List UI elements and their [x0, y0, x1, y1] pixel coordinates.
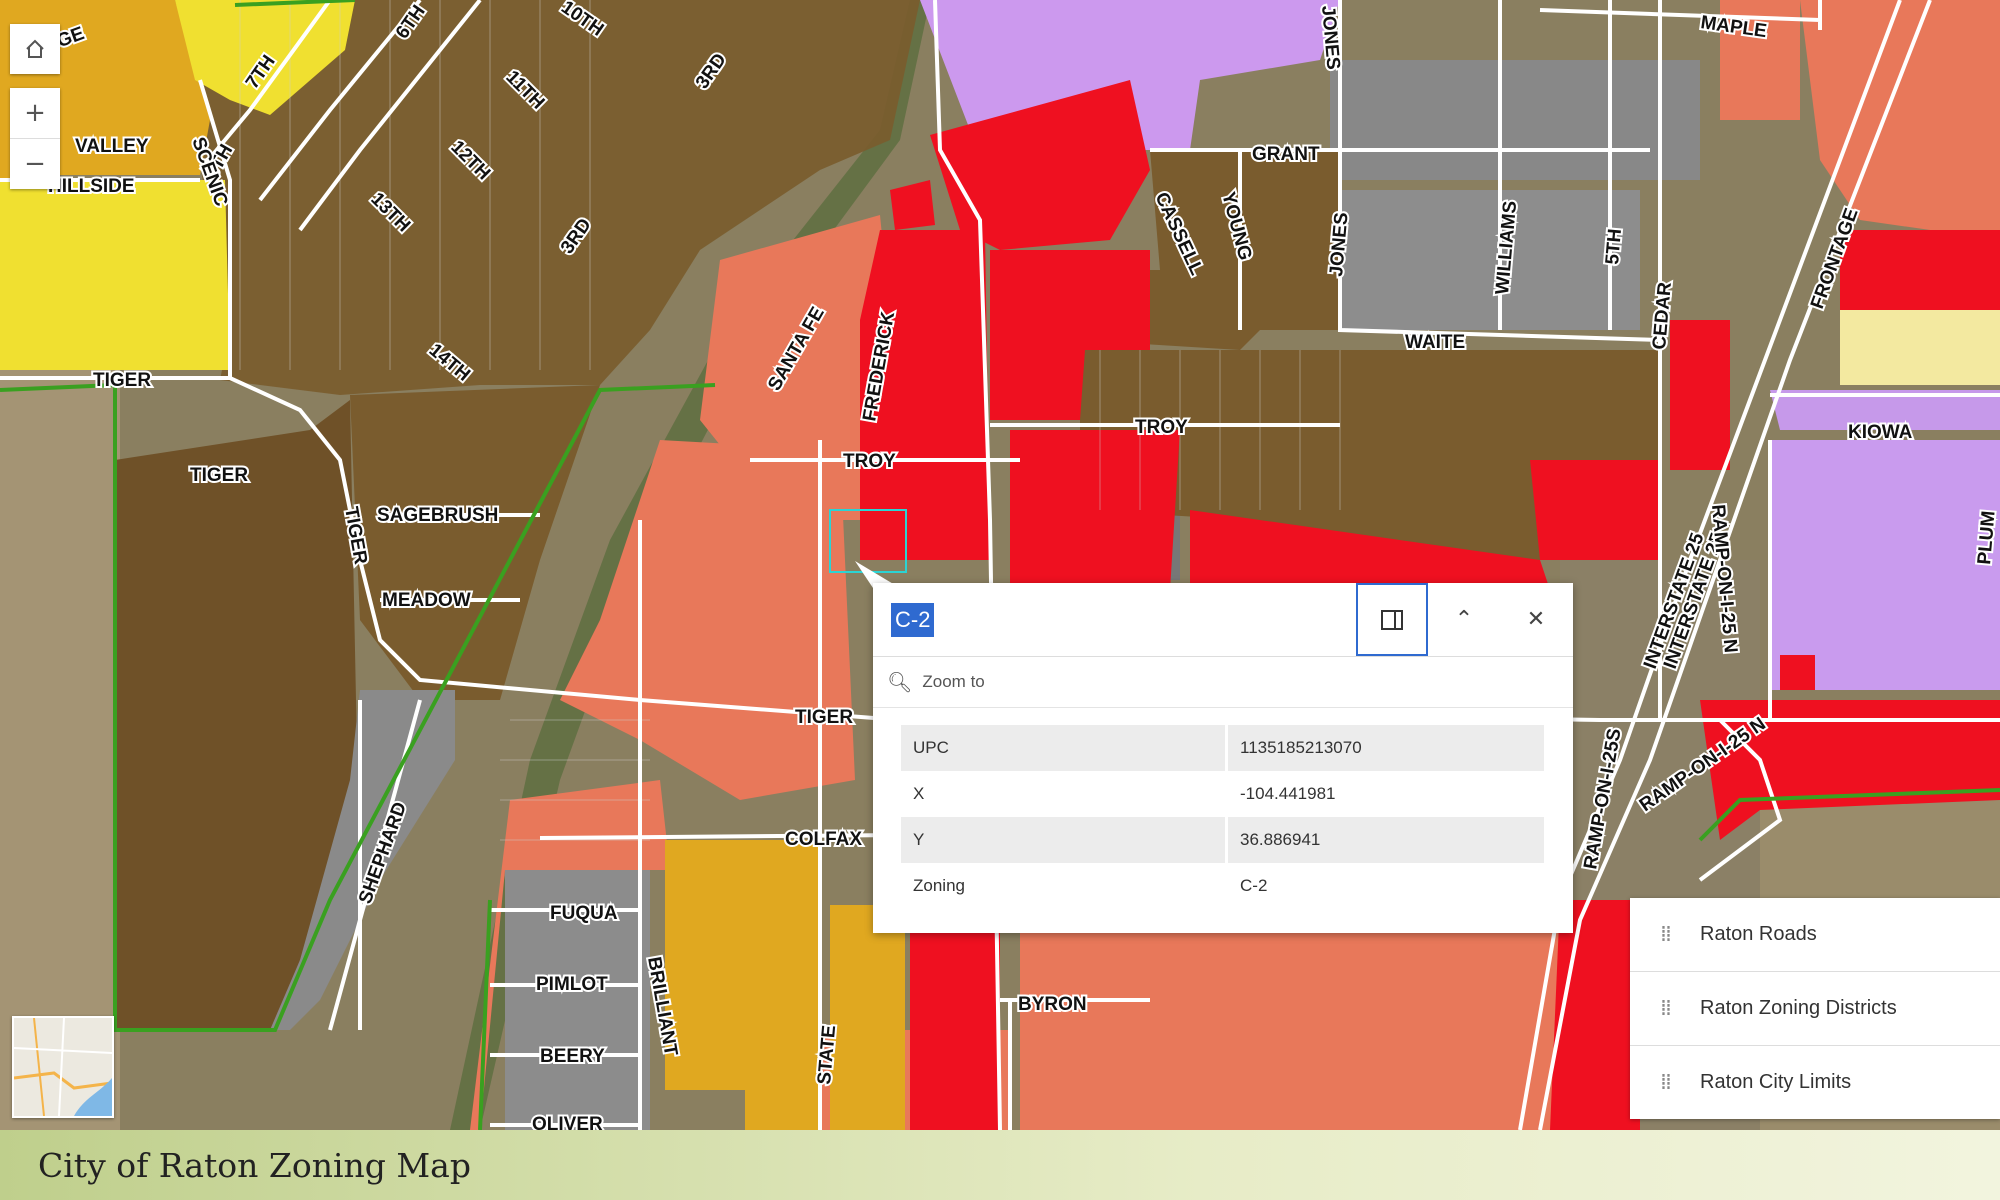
street-label-oliver: OLIVER [532, 1114, 603, 1130]
zone-c2-center [1010, 430, 1180, 590]
zone-industrial-kiowa2 [1770, 440, 2000, 690]
zone-yellow-s3 [830, 905, 905, 1130]
zone-pale-yellow [1840, 310, 2000, 385]
zone-c2-frontage [1840, 230, 2000, 310]
street-label-valley: VALLEY [75, 136, 149, 157]
dock-button[interactable] [1356, 583, 1428, 656]
street-label-waite: WAITE [1405, 332, 1465, 353]
dock-icon [1381, 609, 1403, 630]
layer-item-roads[interactable]: ⁞⁞ Raton Roads [1630, 898, 2000, 972]
street-label-troy-2: TROY [1135, 417, 1188, 438]
zone-lc-south [1020, 930, 1620, 1130]
home-control[interactable] [10, 24, 60, 74]
overview-map[interactable] [12, 1016, 114, 1118]
street-label-troy-1: TROY [843, 451, 896, 472]
layer-label: Raton Roads [1700, 923, 1817, 945]
zoom-in-button[interactable]: + [10, 88, 60, 139]
attribute-table: UPC 1135185213070 X -104.441981 Y 36.886941… [901, 725, 1544, 909]
street-label-tiger-2: TIGER [190, 465, 248, 486]
field-value: -104.441981 [1240, 784, 1336, 803]
street-label-colfax: COLFAX [785, 829, 862, 850]
chevron-up-icon: ⌃ [1454, 607, 1474, 632]
layer-item-zoning[interactable]: ⁞⁞ Raton Zoning Districts [1630, 972, 2000, 1046]
field-value: 1135185213070 [1226, 725, 1544, 771]
zone-gray-ne1 [1330, 60, 1700, 180]
street-label-fuqua: FUQUA [550, 903, 618, 924]
table-row: X -104.441981 [901, 771, 1544, 817]
collapse-button[interactable]: ⌃ [1428, 583, 1500, 656]
field-key: Y [901, 817, 1228, 863]
street-label-tiger-4: TIGER [795, 707, 853, 728]
street-label-beery: BEERY [540, 1046, 605, 1067]
field-key: X [901, 771, 1228, 817]
zoom-to-action[interactable]: 🔍︎ Zoom to [873, 657, 1573, 708]
zone-yellow-s2 [745, 840, 820, 1130]
zone-c2-cedar [1670, 320, 1730, 470]
zone-bright-yellow [0, 180, 230, 370]
street-label-sagebrush: SAGEBRUSH [377, 505, 498, 526]
field-value: 36.886941 [1226, 817, 1544, 863]
drag-handle-icon[interactable]: ⁞⁞ [1630, 1070, 1700, 1095]
layer-list: ⁞⁞ Raton Roads ⁞⁞ Raton Zoning Districts… [1630, 898, 2000, 1119]
zone-gray-ne2 [1340, 190, 1640, 330]
drag-handle-icon[interactable]: ⁞⁞ [1630, 996, 1700, 1021]
street-label-kiowa: KIOWA [1848, 422, 1913, 443]
close-icon: ✕ [1526, 607, 1546, 632]
street-label-meadow: MEADOW [382, 590, 471, 611]
zone-c2-south [910, 930, 1000, 1130]
popup-header: C-2 ⌃ ✕ [873, 583, 1573, 657]
zoom-control: + − [10, 88, 60, 189]
street-label-byron: BYRON [1018, 994, 1087, 1015]
field-value: C-2 [1240, 876, 1268, 895]
table-row: Zoning C-2 [901, 863, 1544, 909]
drag-handle-icon[interactable]: ⁞⁞ [1630, 922, 1700, 947]
feature-popup: C-2 ⌃ ✕ 🔍︎ Zoom to UPC 1135185213070 X -10… [873, 583, 1573, 933]
street-label-5th: 5TH [1602, 228, 1626, 266]
home-icon[interactable] [10, 24, 60, 74]
zoom-to-label: Zoom to [922, 672, 985, 691]
layer-label: Raton Zoning Districts [1700, 997, 1897, 1019]
app-title: City of Raton Zoning Map [38, 1145, 471, 1185]
zone-c2-tiny [1780, 655, 1815, 690]
table-row: UPC 1135185213070 [901, 725, 1544, 771]
zone-c2-waite [1530, 460, 1660, 560]
layer-label: Raton City Limits [1700, 1071, 1852, 1093]
street-label-grant: GRANT [1252, 144, 1320, 165]
app-footer: City of Raton Zoning Map [0, 1130, 2000, 1200]
field-key: Zoning [901, 863, 1228, 909]
table-row: Y 36.886941 [901, 817, 1544, 863]
street-label-hillside: HILLSIDE [48, 176, 135, 197]
zoom-in-icon: 🔍︎ [887, 670, 913, 694]
layer-item-city-limits[interactable]: ⁞⁞ Raton City Limits [1630, 1046, 2000, 1119]
zoom-out-button[interactable]: − [10, 139, 60, 189]
close-button[interactable]: ✕ [1500, 583, 1572, 656]
popup-title: C-2 [891, 603, 935, 637]
street-label-tiger-1: TIGER [93, 370, 151, 391]
street-label-pimlot: PIMLOT [536, 974, 608, 995]
field-key: UPC [901, 725, 1228, 771]
